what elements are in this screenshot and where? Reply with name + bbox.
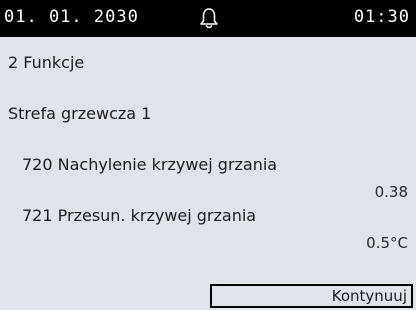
parameter-721-label[interactable]: 721 Przesun. krzywej grzania [22,206,256,225]
continue-button[interactable]: Kontynuuj [210,284,413,308]
parameter-720-label[interactable]: 720 Nachylenie krzywej grzania [22,155,277,174]
status-bar: 01. 01. 2030 01:30 [0,0,416,37]
status-time: 01:30 [353,7,410,27]
zone-title[interactable]: Strefa grzewcza 1 [8,104,151,123]
parameter-721-value: 0.5°C [366,234,408,252]
parameter-720-value: 0.38 [374,183,408,201]
bell-icon [200,8,218,29]
section-title: 2 Funkcje [8,53,85,72]
status-date: 01. 01. 2030 [4,7,139,27]
device-screen: 01. 01. 2030 01:30 2 Funkcje Strefa grze… [0,0,416,310]
